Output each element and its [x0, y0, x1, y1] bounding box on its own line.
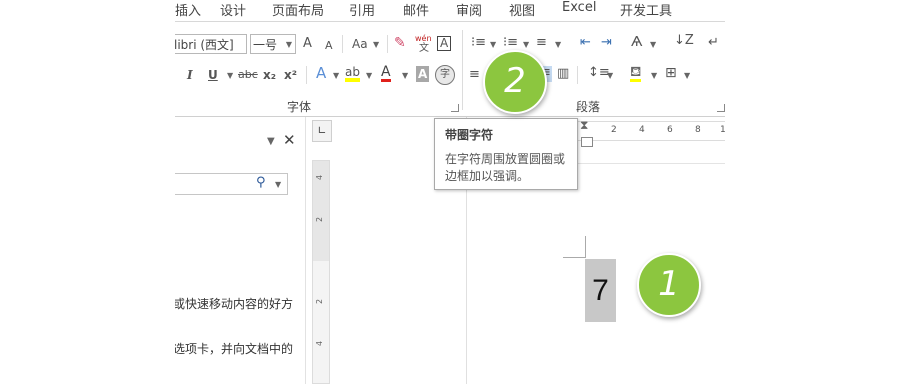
show-marks-icon[interactable]: ↵ [708, 36, 719, 50]
separator [306, 66, 307, 84]
asian-layout-icon[interactable]: Ѧ [631, 36, 642, 50]
search-input[interactable]: ⚲ ▼ [175, 173, 288, 195]
chevron-down-icon: ▼ [373, 40, 380, 49]
superscript-button[interactable]: x² [284, 68, 297, 82]
margin-corner-marker [585, 236, 586, 258]
tooltip-description: 在字符周围放置圆圈或 边框加以强调。 [445, 151, 567, 185]
close-icon[interactable]: ✕ [283, 131, 296, 149]
paragraph-group-label: 段落 [576, 100, 601, 114]
step-2-badge: 2 [483, 50, 547, 114]
word-window: 插入 设计 页面布局 引用 邮件 审阅 视图 Excel 开发工具 libri … [175, 0, 725, 384]
horizontal-ruler [575, 121, 725, 141]
margin-corner-marker [563, 257, 585, 258]
tab-view[interactable]: 视图 [509, 0, 535, 19]
tab-developer[interactable]: 开发工具 [620, 0, 672, 19]
chevron-down-icon: ▼ [275, 180, 282, 189]
subscript-button[interactable]: x₂ [263, 68, 276, 82]
tab-page-layout[interactable]: 页面布局 [272, 0, 324, 19]
chevron-down-icon: ▼ [523, 40, 530, 49]
highlight-icon[interactable]: ab [345, 66, 360, 82]
ruler-selector[interactable]: ∟ [312, 120, 332, 142]
font-size-combo[interactable]: 一号 ▼ [250, 34, 296, 54]
separator [462, 30, 463, 110]
text-effects-icon[interactable]: A [316, 66, 326, 81]
paragraph-dialog-launcher[interactable] [717, 104, 725, 112]
increase-indent-icon[interactable]: ⇥ [601, 36, 612, 50]
search-icon[interactable]: ⚲ [256, 175, 266, 190]
shading-bucket-icon[interactable]: ⛾ [630, 65, 642, 82]
tab-excel[interactable]: Excel [562, 0, 596, 15]
tab-mailings[interactable]: 邮件 [403, 0, 429, 19]
ruler-tick-label: 4 [315, 174, 325, 181]
pane-options-icon[interactable]: ▼ [267, 136, 275, 147]
separator [342, 35, 343, 53]
font-name-value: libri (西文] [175, 38, 234, 52]
chevron-down-icon: ▼ [366, 71, 373, 80]
multilevel-list-icon[interactable]: ≡ [536, 36, 547, 50]
tooltip-title: 带圈字符 [445, 128, 494, 142]
step-1-badge: 1 [637, 253, 701, 317]
decrease-indent-icon[interactable]: ⇤ [580, 36, 591, 50]
ruler-tick-label: 4 [639, 125, 645, 135]
character-shading-icon[interactable]: A [416, 66, 430, 82]
font-color-icon[interactable]: A [381, 65, 391, 82]
phonetic-char-icon: 文 [419, 43, 429, 54]
character-border-icon[interactable]: A [437, 36, 452, 51]
underline-button[interactable]: U [208, 68, 218, 82]
chevron-down-icon: ▼ [490, 40, 497, 49]
shrink-font-icon[interactable]: A [325, 39, 333, 53]
grow-font-icon[interactable]: A [303, 37, 312, 51]
separator [387, 35, 388, 53]
chevron-down-icon: ▼ [650, 40, 657, 49]
font-dialog-launcher[interactable] [451, 104, 459, 112]
enclose-characters-button[interactable]: 字 [435, 65, 455, 85]
borders-icon[interactable]: ⊞ [665, 66, 677, 80]
nav-help-text-2: 选项卡，并向文档中的 [175, 342, 294, 356]
ruler-tick-label: 8 [695, 125, 701, 135]
chevron-down-icon: ▼ [285, 40, 292, 49]
ruler-tick-label: 4 [315, 340, 325, 347]
enclose-characters-tooltip: 带圈字符 在字符周围放置圆圈或 边框加以强调。 [434, 118, 578, 190]
vertical-ruler: 4 2 2 4 [312, 160, 330, 384]
tab-design[interactable]: 设计 [220, 0, 246, 19]
ruler-tick-label: 2 [315, 298, 325, 305]
distributed-icon[interactable]: ▥ [557, 67, 569, 81]
chevron-down-icon: ▼ [684, 71, 691, 80]
chevron-down-icon: ▼ [402, 71, 409, 80]
clear-format-icon[interactable]: ✎ [394, 36, 406, 50]
ruler-tick-label: 2 [315, 216, 325, 223]
bullet-list-icon[interactable]: ⁝≡ [471, 36, 486, 50]
strikethrough-button[interactable]: abc [238, 68, 258, 82]
tab-insert[interactable]: 插入 [175, 0, 201, 19]
separator [577, 66, 578, 84]
indent-marker[interactable]: ⧗ [580, 118, 588, 133]
chevron-down-icon: ▼ [333, 71, 340, 80]
tooltip-description-line2: 边框加以强调。 [445, 169, 530, 183]
tooltip-description-line1: 在字符周围放置圆圈或 [445, 152, 566, 166]
font-size-value: 一号 [253, 38, 278, 52]
chevron-down-icon: ▼ [227, 71, 234, 80]
tab-review[interactable]: 审阅 [456, 0, 482, 19]
chevron-down-icon: ▼ [651, 71, 658, 80]
sort-icon[interactable]: ↓Z [674, 34, 694, 48]
tab-references[interactable]: 引用 [349, 0, 375, 19]
selected-character[interactable]: 7 [585, 259, 616, 322]
tab-divider [175, 21, 725, 22]
font-group-label: 字体 [287, 100, 312, 114]
indent-marker-box[interactable] [581, 137, 593, 147]
italic-button[interactable]: I [187, 68, 193, 82]
chevron-down-icon: ▼ [555, 40, 562, 49]
change-case-icon[interactable]: Aa [352, 37, 368, 51]
numbered-list-icon[interactable]: ⁝≡ [503, 36, 518, 50]
align-left-icon[interactable]: ≡ [469, 68, 480, 82]
chevron-down-icon: ▼ [607, 71, 614, 80]
font-name-combo[interactable]: libri (西文] [175, 34, 247, 54]
ruler-tick-label: 1 [720, 125, 725, 135]
ruler-tick-label: 6 [667, 125, 673, 135]
ruler-tick-label: 2 [611, 125, 617, 135]
nav-help-text-1: 或快速移动内容的好方 [175, 297, 294, 311]
